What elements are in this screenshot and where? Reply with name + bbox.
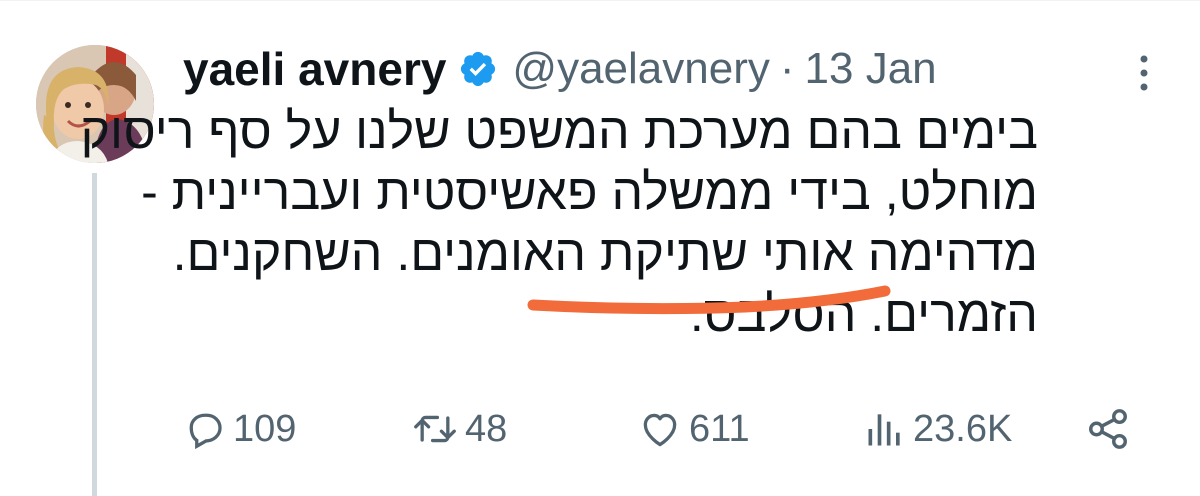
reply-count: 109 [233,407,297,450]
thread-connector-line [92,173,97,496]
retweet-button[interactable]: 48 [411,399,507,459]
like-count: 611 [689,407,750,450]
views-icon [863,407,907,451]
views-count: 23.6K [913,407,1013,450]
reply-icon [183,407,227,451]
verified-badge-icon [458,49,498,89]
tweet-date[interactable]: 13 Jan [805,44,937,94]
retweet-count: 48 [465,407,508,450]
author-name[interactable]: yaeli avnery [183,42,446,96]
share-button[interactable] [1085,399,1131,459]
heart-icon [637,407,683,451]
highlight-underline-mark [525,281,895,317]
tweet-text-line: מדהימה אותי שתיקת האומנים. השחקנים. [172,225,1038,281]
tweet-card[interactable]: yaeli avnery @yaelavnery · 13 Jan בימים … [0,0,1200,496]
views-button[interactable]: 23.6K [863,399,1012,459]
retweet-icon [411,407,459,451]
like-button[interactable]: 611 [637,399,750,459]
header-separator: · [779,44,795,93]
tweet-text-line: מוחלט, בידי ממשלה פאשיסטית ועבריינית - [141,164,1038,220]
tweet-text-line: בימים בהם מערכת המשפט שלנו על סף ריסוק [80,103,1039,159]
author-handle[interactable]: @yaelavnery [512,44,769,94]
reply-button[interactable]: 109 [183,399,296,459]
share-icon [1085,406,1131,452]
tweet-header: yaeli avnery @yaelavnery · 13 Jan [183,39,937,99]
tweet-actions-bar: 109 48 611 23.6K [183,399,1143,459]
more-options-icon[interactable] [1132,49,1156,97]
